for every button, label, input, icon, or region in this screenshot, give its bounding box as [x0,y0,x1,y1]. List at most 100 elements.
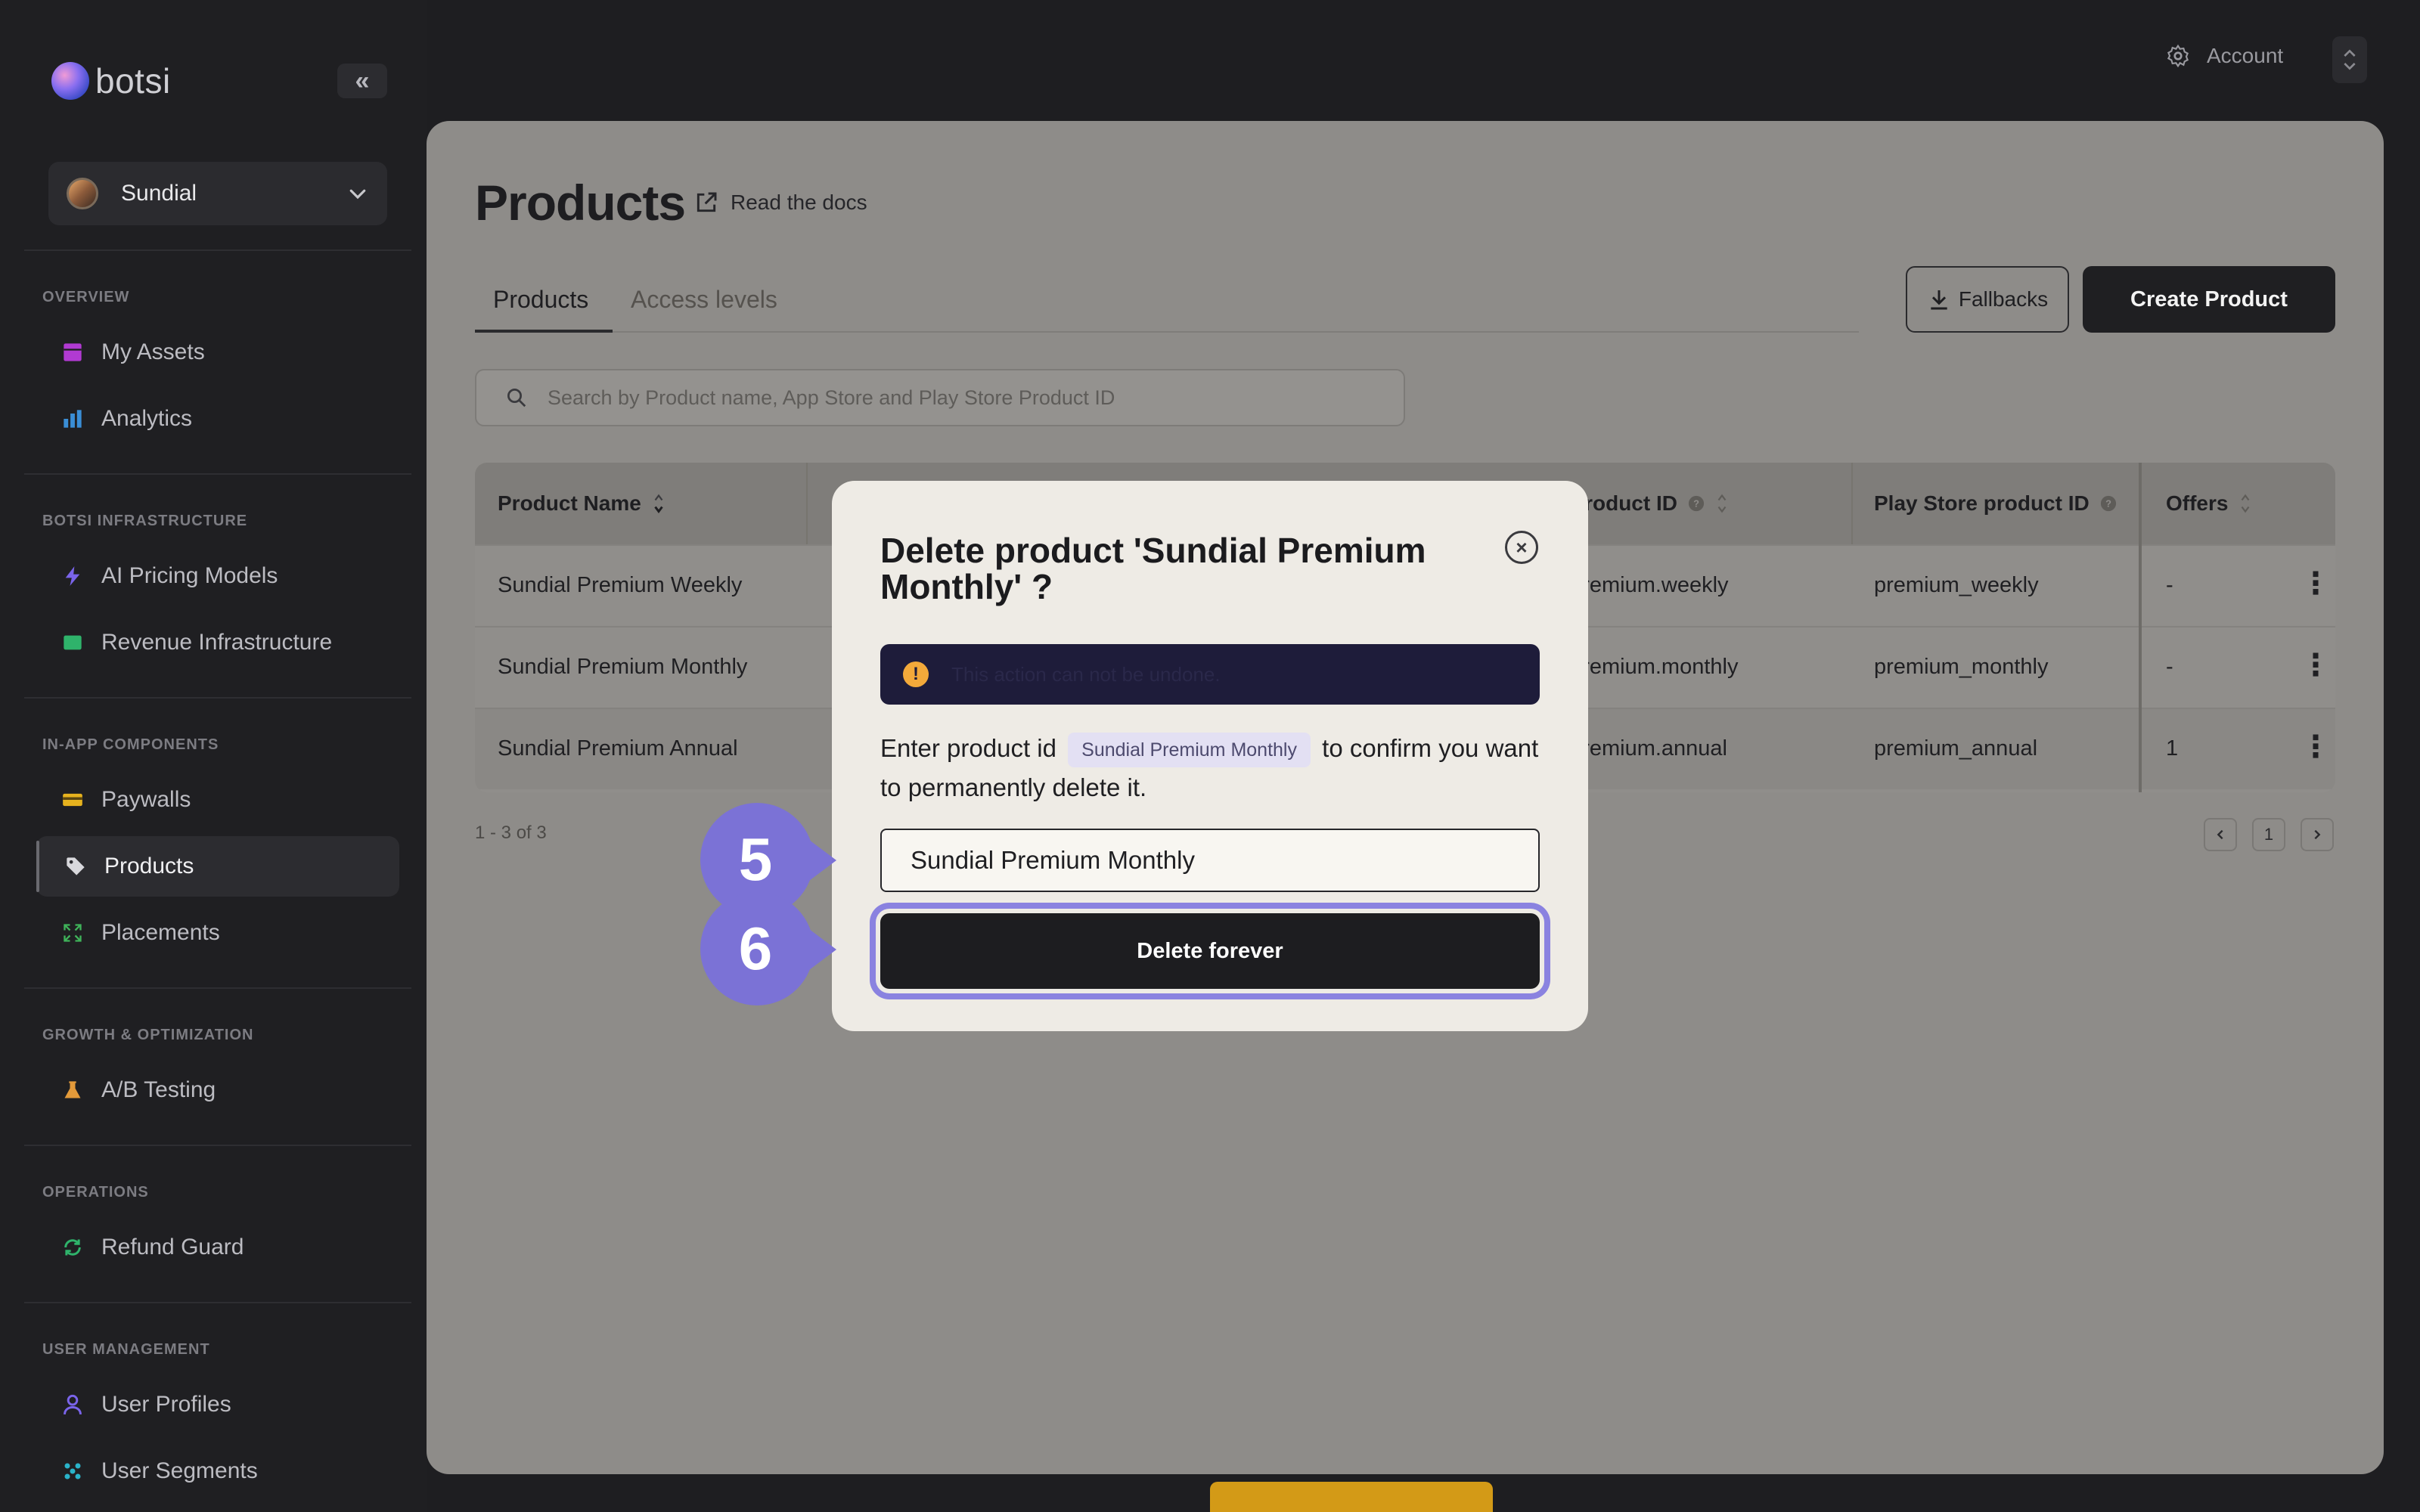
sidebar-item-revenue-infrastructure[interactable]: Revenue Infrastructure [36,612,399,673]
sidebar: botsi « Sundial OVERVIEW My Assets Analy… [0,0,427,1512]
gear-icon [2167,44,2189,68]
bar-chart-icon [64,410,82,428]
section-label-overview: OVERVIEW [42,289,130,305]
column-header-offers[interactable]: Offers [2166,491,2252,516]
cell-app-store-id: .premium.weekly [1564,573,1729,597]
card-icon [64,635,82,650]
sort-icon [654,494,663,513]
divider [24,249,411,251]
column-header-play-store-id[interactable]: Play Store product ID ? [1874,491,2117,516]
sidebar-item-placements[interactable]: Placements [36,903,399,963]
warning-text: This action can not be undone. [951,662,1221,686]
sidebar-item-refund-guard[interactable]: Refund Guard [36,1217,399,1278]
search-icon [507,389,526,407]
chevron-up-down-icon [2344,49,2356,70]
warning-icon: ! [903,662,929,687]
column-header-product-name[interactable]: Product Name [498,491,666,516]
divider [24,697,411,699]
sidebar-item-label: User Segments [101,1458,258,1483]
read-docs-label: Read the docs [731,191,867,214]
wallet-icon [63,793,82,807]
delete-forever-button[interactable]: Delete forever [880,913,1540,989]
grid-icon [64,343,82,361]
sort-icon [2242,494,2250,513]
logo-mark-icon [51,62,89,100]
cell-play-store-id: premium_annual [1874,736,2038,761]
header-label: Product Name [498,491,641,515]
page-title: Products [475,175,686,231]
active-tab-indicator [475,330,613,333]
row-menu-icon[interactable]: ⋮ [2301,650,2331,680]
project-selector[interactable]: Sundial [48,162,387,225]
cell-play-store-id: premium_weekly [1874,573,2039,597]
account-menu[interactable]: Account [2166,44,2283,68]
refresh-icon [64,1239,81,1256]
divider [24,1145,411,1146]
column-header-app-store-id[interactable]: product ID ? [1571,491,1729,516]
tab-bar: Products Access levels [475,275,1859,333]
divider [24,987,411,989]
chevron-left-icon [2217,829,2223,840]
column-divider [806,463,808,544]
prev-page-button[interactable] [2204,818,2237,851]
logo[interactable]: botsi [51,60,171,101]
cell-offers: - [2166,655,2173,679]
bolt-icon [65,566,80,586]
sidebar-item-label: Placements [101,920,220,945]
column-divider [2139,463,2142,792]
divider [24,473,411,475]
sidebar-item-analytics[interactable]: Analytics [36,389,399,449]
section-label-in-app: IN-APP COMPONENTS [42,736,219,753]
cell-product-name: Sundial Premium Monthly [498,655,748,679]
warning-banner: ! This action can not be undone. [880,644,1540,705]
row-menu-icon[interactable]: ⋮ [2301,732,2331,762]
column-divider [1851,463,1853,544]
create-product-button[interactable]: Create Product [2083,266,2335,333]
fallbacks-label: Fallbacks [1958,287,2049,311]
divider [24,1302,411,1303]
chevron-down-icon [349,189,366,200]
sidebar-item-label: A/B Testing [101,1077,216,1102]
svg-text:?: ? [2105,498,2111,510]
page-number-button[interactable]: 1 [2252,818,2285,851]
tab-access-levels[interactable]: Access levels [631,286,777,314]
expand-icon [64,924,82,942]
read-docs-link[interactable]: Read the docs [694,191,867,215]
project-avatar [67,178,98,209]
bottom-notification-bar[interactable] [1210,1482,1493,1512]
chevron-right-icon [2314,829,2321,840]
sidebar-item-user-profiles[interactable]: User Profiles [36,1374,399,1435]
flask-icon [64,1081,81,1098]
dialog-title: Delete product 'Sundial Premium Monthly'… [880,531,1426,606]
delete-product-dialog: Delete product 'Sundial Premium Monthly'… [832,481,1588,1031]
product-id-chip: Sundial Premium Monthly [1068,733,1311,768]
search-input[interactable]: Search by Product name, App Store and Pl… [475,369,1405,426]
close-icon[interactable]: × [1505,531,1538,564]
sidebar-item-paywalls[interactable]: Paywalls [36,770,399,830]
tab-products[interactable]: Products [493,286,588,314]
header-label: Offers [2166,491,2229,515]
sidebar-item-ai-pricing-models[interactable]: AI Pricing Models [36,546,399,606]
segments-icon [64,1463,81,1479]
sidebar-item-my-assets[interactable]: My Assets [36,322,399,383]
sidebar-item-label: Analytics [101,406,193,431]
sidebar-item-ab-testing[interactable]: A/B Testing [36,1060,399,1120]
sidebar-item-label: My Assets [101,339,205,364]
sidebar-item-user-segments[interactable]: User Segments [36,1441,399,1501]
next-page-button[interactable] [2301,818,2334,851]
confirm-product-id-input[interactable] [880,829,1540,892]
collapse-sidebar-button[interactable]: « [337,64,387,98]
sidebar-item-label: Paywalls [101,787,191,812]
confirm-instructions: Enter product id Sundial Premium Monthly… [880,729,1540,807]
sort-icon [1717,494,1727,513]
row-menu-icon[interactable]: ⋮ [2301,569,2331,599]
step-badge: 6 [700,892,836,1005]
expand-toggle-button[interactable] [2332,36,2367,83]
download-icon [1931,290,1947,310]
header-label: Play Store product ID [1874,491,2090,515]
cell-product-name: Sundial Premium Annual [498,736,738,761]
fallbacks-button[interactable]: Fallbacks [1906,266,2069,333]
section-label-growth: GROWTH & OPTIMIZATION [42,1027,254,1043]
sidebar-item-products[interactable]: Products [36,836,399,897]
help-icon: ? [1688,495,1705,512]
